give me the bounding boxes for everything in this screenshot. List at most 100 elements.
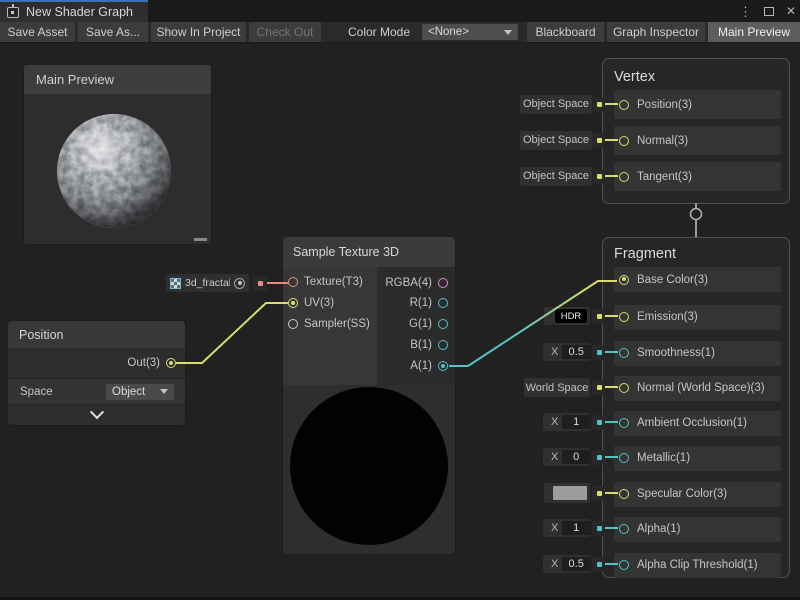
show-in-project-button[interactable]: Show In Project [151,22,246,42]
alpha-clip-float-field[interactable]: X 0.5 [543,555,590,573]
texture-t3-port[interactable] [288,277,298,287]
a-output-row[interactable]: A(1) [377,356,455,376]
rgba-port[interactable] [438,278,448,288]
normal-connector [592,133,606,148]
kebab-menu-icon[interactable]: ⋮ [739,5,752,18]
sample-texture-3d-node[interactable]: Sample Texture 3D Texture(T3) UV(3) Samp… [283,237,455,554]
node-preview-sphere [290,387,448,545]
close-icon[interactable]: ✕ [786,5,796,17]
b-port[interactable] [438,340,448,350]
main-preview-body [24,94,211,244]
normal-space-pill: Object Space [520,131,592,150]
block-row-normal-ws[interactable]: Normal (World Space)(3) [614,376,781,401]
vertex-node[interactable]: Vertex Position(3) Normal(3) Tangent(3) [602,58,790,204]
tab-new-shader-graph[interactable]: New Shader Graph [0,0,148,22]
out-port[interactable] [166,358,176,368]
rgba-output-row[interactable]: RGBA(4) [377,273,455,293]
maximize-icon[interactable] [764,7,774,16]
alpha-float-field[interactable]: X 1 [543,519,590,537]
color-mode-value: <None> [428,26,469,38]
dropdown-arrow-icon [160,389,168,394]
metallic-input-port[interactable] [619,453,629,463]
color-mode-dropdown[interactable]: <None> [422,24,518,40]
ambient-occlusion-input-port[interactable] [619,418,629,428]
smoothness-input-port[interactable] [619,348,629,358]
position-node[interactable]: Position Out(3) Space Object [8,321,185,425]
space-dropdown[interactable]: Object [106,384,174,400]
graph-inspector-toggle-button[interactable]: Graph Inspector [607,22,705,42]
object-picker-icon[interactable] [234,278,245,289]
panel-resize-handle[interactable] [194,238,207,241]
save-asset-button[interactable]: Save Asset [0,22,75,42]
r-port[interactable] [438,298,448,308]
sampler-input-row[interactable]: Sampler(SS) [283,314,377,334]
base-color-input-port[interactable] [619,275,629,285]
uv-port[interactable] [288,298,298,308]
alpha-clip-value[interactable]: 0.5 [562,557,590,571]
position-input-port[interactable] [619,100,629,110]
block-row-alpha-clip[interactable]: Alpha Clip Threshold(1) [614,553,781,578]
specular-connector [592,486,606,501]
main-preview-title: Main Preview [36,72,114,87]
block-row-normal[interactable]: Normal(3) [614,126,781,155]
main-preview-panel[interactable]: Main Preview [23,64,212,245]
smoothness-float-field[interactable]: X 0.5 [543,343,590,361]
normal-ws-input-port[interactable] [619,383,629,393]
a-port[interactable] [438,361,448,371]
blackboard-toggle-button[interactable]: Blackboard [527,22,604,42]
emission-hdr-color-field[interactable]: HDR [544,307,590,325]
metallic-connector [592,450,606,465]
ambient-occlusion-value[interactable]: 1 [562,415,590,429]
title-bar: New Shader Graph ⋮ ✕ [0,0,800,22]
block-row-ambient-occlusion[interactable]: Ambient Occlusion(1) [614,411,781,436]
save-as-button[interactable]: Save As... [78,22,148,42]
uv-input-row[interactable]: UV(3) [283,293,377,313]
main-preview-toggle-button[interactable]: Main Preview [708,22,800,42]
alpha-connector [592,521,606,536]
sample-texture-outputs: RGBA(4) R(1) G(1) B(1) A(1) [377,267,455,385]
texture-3d-object-field[interactable]: 3d_fractal_n [166,274,249,292]
color-mode-label: Color Mode [348,22,410,42]
normal-input-port[interactable] [619,136,629,146]
block-row-position[interactable]: Position(3) [614,90,781,119]
block-row-smoothness[interactable]: Smoothness(1) [614,341,781,366]
tangent-connector [592,169,606,184]
position-connector [592,97,606,112]
main-preview-header[interactable]: Main Preview [24,65,211,94]
emission-input-port[interactable] [619,312,629,322]
specular-color-field[interactable] [544,483,590,503]
g-port[interactable] [438,319,448,329]
block-row-tangent[interactable]: Tangent(3) [614,162,781,191]
metallic-value[interactable]: 0 [562,450,590,464]
sampler-ss-port[interactable] [288,319,298,329]
smoothness-value[interactable]: 0.5 [562,345,590,359]
alpha-clip-input-port[interactable] [619,560,629,570]
block-row-specular-color[interactable]: Specular Color(3) [614,482,781,507]
ambient-occlusion-float-field[interactable]: X 1 [543,413,590,431]
g-output-row[interactable]: G(1) [377,314,455,334]
vertex-node-title: Vertex [614,69,655,85]
emission-connector [592,309,606,324]
position-out-row[interactable]: Out(3) [8,348,185,378]
ambient-occlusion-connector [592,415,606,430]
fragment-node[interactable]: Fragment Base Color(3) Emission(3) Smoot… [602,237,790,578]
r-output-row[interactable]: R(1) [377,293,455,313]
block-row-base-color[interactable]: Base Color(3) [614,267,781,292]
alpha-input-port[interactable] [619,524,629,534]
specular-color-swatch [553,486,587,500]
collapse-button[interactable] [8,404,185,425]
b-output-row[interactable]: B(1) [377,335,455,355]
texture-3d-icon [170,278,181,289]
alpha-value[interactable]: 1 [562,521,590,535]
tangent-input-port[interactable] [619,172,629,182]
texture-input-row[interactable]: Texture(T3) [283,272,377,292]
sample-texture-inputs: Texture(T3) UV(3) Sampler(SS) [283,267,377,385]
block-row-alpha[interactable]: Alpha(1) [614,517,781,542]
normal-ws-connector [592,380,606,395]
specular-color-input-port[interactable] [619,489,629,499]
block-row-emission[interactable]: Emission(3) [614,305,781,330]
metallic-float-field[interactable]: X 0 [543,448,590,466]
block-row-metallic[interactable]: Metallic(1) [614,446,781,471]
tab-title: New Shader Graph [26,5,133,19]
smoothness-connector [592,345,606,360]
